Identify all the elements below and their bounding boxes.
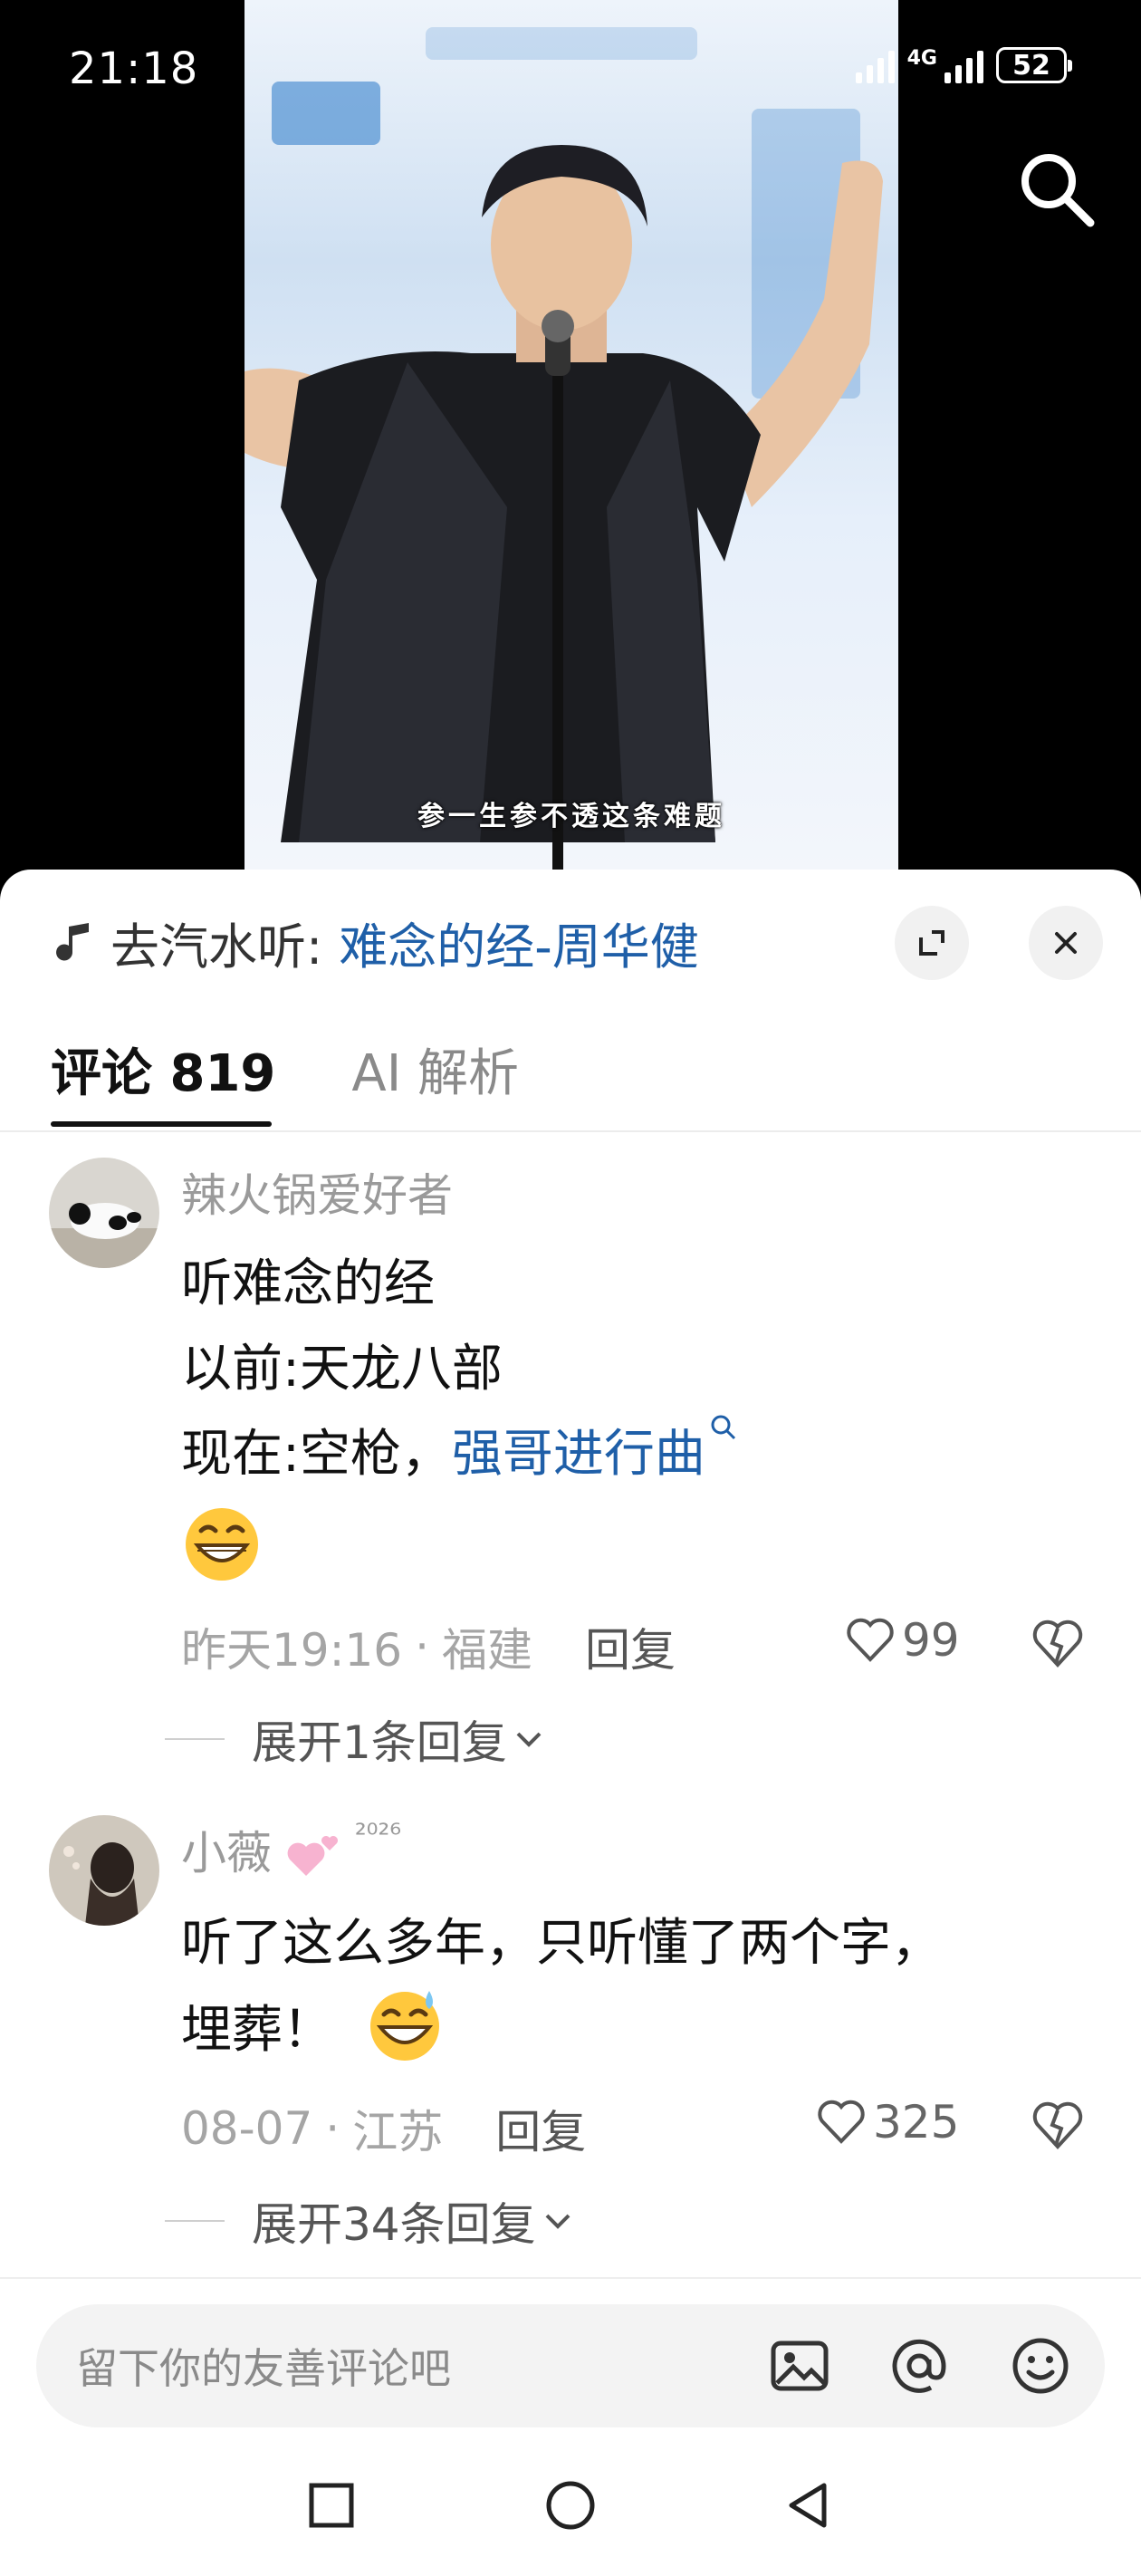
- comment-text-line: 听了这么多年，只听懂了两个字，: [181, 1914, 942, 1973]
- like-count: 99: [902, 1614, 960, 1667]
- emoji-icon[interactable]: [1009, 2334, 1072, 2398]
- tab-ai-analysis[interactable]: AI 解析: [351, 1033, 519, 1106]
- username-badge: ²⁰²⁶: [354, 1817, 402, 1851]
- sweat-grin-emoji-icon: [369, 1990, 439, 2061]
- comment-meta: 08-07 · 江苏 回复: [181, 2096, 586, 2161]
- dislike-icon[interactable]: [1031, 2098, 1085, 2152]
- status-icons: 4G 52: [855, 47, 1072, 83]
- comment-username[interactable]: 小薇 ²⁰²⁶: [181, 1817, 401, 1882]
- expand-replies-label: 展开34条回复: [252, 2198, 536, 2251]
- status-time: 21:18: [69, 43, 199, 94]
- comment-text: 埋葬！: [181, 2001, 333, 2060]
- search-icon[interactable]: [1012, 145, 1099, 232]
- cell-signal-icon: [944, 47, 983, 83]
- comment-text-line: 听难念的经: [181, 1254, 435, 1313]
- comment-meta: 昨天19:16 · 福建 回复: [181, 1614, 676, 1679]
- recent-apps-button[interactable]: [304, 2478, 359, 2533]
- home-button[interactable]: [543, 2478, 598, 2533]
- performer-image: [244, 145, 883, 870]
- video-subtitle: 参一生参不透这条难题: [417, 801, 725, 832]
- avatar[interactable]: [49, 1158, 159, 1268]
- heart-icon: [847, 1618, 894, 1662]
- pink-heart-icon: [287, 1835, 338, 1876]
- tab-bar: 评论 819 AI 解析: [51, 1033, 519, 1106]
- image-icon[interactable]: [768, 2334, 831, 2398]
- close-icon: [1055, 932, 1077, 954]
- reply-button[interactable]: 回复: [585, 1614, 676, 1679]
- wifi-signal-icon: [855, 47, 895, 83]
- dislike-icon[interactable]: [1031, 1616, 1085, 1670]
- music-prefix: 去汽水听:: [110, 918, 323, 976]
- expand-replies-label: 展开1条回复: [252, 1716, 507, 1769]
- chevron-down-icon: [545, 2214, 570, 2229]
- comment-time: 08-07: [181, 2102, 313, 2155]
- close-button[interactable]: [1029, 906, 1103, 980]
- active-tab-indicator: [51, 1121, 272, 1127]
- expand-button[interactable]: [895, 906, 969, 980]
- network-type: 4G: [906, 47, 937, 70]
- comment-text-line: 以前:天龙八部: [181, 1340, 503, 1399]
- tab-comments[interactable]: 评论 819: [51, 1033, 275, 1106]
- back-button[interactable]: [781, 2478, 835, 2533]
- music-note-icon: [56, 923, 89, 961]
- expand-icon: [919, 930, 944, 956]
- like-button[interactable]: 99: [846, 1614, 960, 1667]
- chevron-down-icon: [516, 1732, 542, 1747]
- username-text: 小薇: [181, 1827, 272, 1879]
- comment-input[interactable]: 留下你的友善评论吧: [36, 2304, 1105, 2427]
- mention-icon[interactable]: [887, 2334, 951, 2398]
- reply-button[interactable]: 回复: [495, 2096, 586, 2161]
- divider: [0, 1130, 1141, 1132]
- comment-location: 江苏: [352, 2106, 444, 2158]
- music-link-row[interactable]: 去汽水听: 难念的经-周华健: [53, 906, 699, 978]
- expand-replies[interactable]: 展开1条回复: [165, 1706, 545, 1772]
- comment-text-line: 埋葬！: [181, 1989, 446, 2065]
- video-player[interactable]: 参一生参不透这条难题: [244, 0, 898, 870]
- music-song-link[interactable]: 难念的经-周华健: [339, 907, 699, 978]
- divider: [0, 2277, 1141, 2279]
- screen: 参一生参不透这条难题 21:18 4G 52 去汽水听: 难念的经-周华健 评论…: [0, 0, 1141, 2576]
- search-icon: [711, 1415, 735, 1440]
- comment-text-line: 现在:空枪，强哥进行曲: [181, 1413, 738, 1486]
- grin-emoji-icon: [186, 1508, 258, 1581]
- comment-time: 昨天19:16: [181, 1624, 403, 1677]
- comment-input-placeholder: 留下你的友善评论吧: [76, 2344, 451, 2393]
- battery-icon: 52: [996, 47, 1072, 83]
- search-link[interactable]: 强哥进行曲: [452, 1425, 705, 1484]
- comment-text: 现在:空枪，: [181, 1425, 452, 1484]
- comment-location: 福建: [442, 1624, 532, 1677]
- avatar[interactable]: [49, 1815, 159, 1926]
- expand-replies[interactable]: 展开34条回复: [165, 2188, 574, 2254]
- like-button[interactable]: 325: [817, 2096, 959, 2148]
- like-count: 325: [873, 2096, 960, 2148]
- comment-username[interactable]: 辣火锅爱好者: [181, 1159, 453, 1225]
- heart-icon: [818, 2100, 865, 2144]
